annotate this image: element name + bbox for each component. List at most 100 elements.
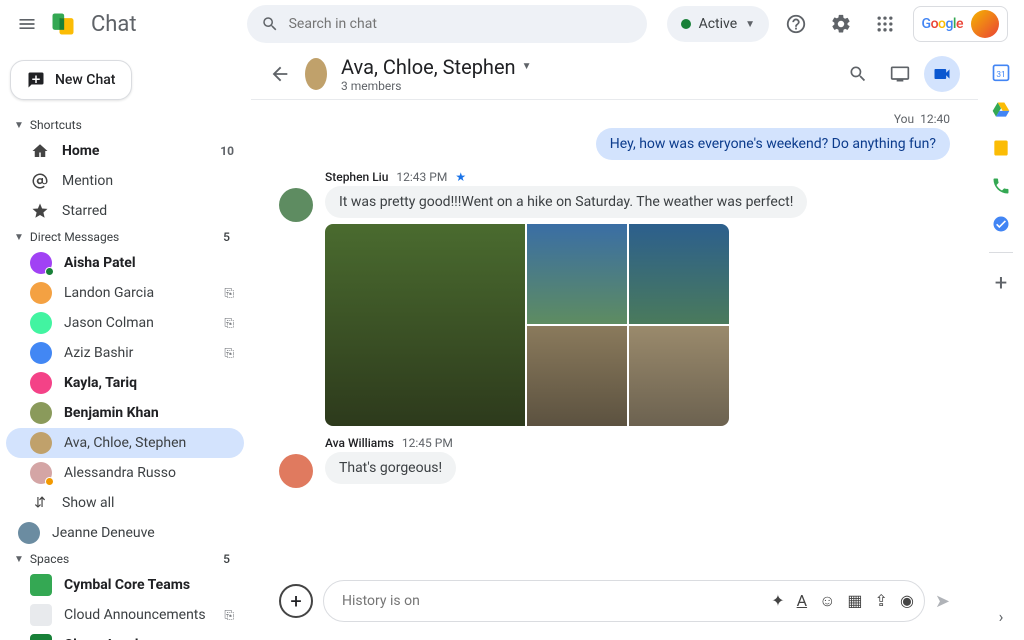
dm-landon[interactable]: Landon Garcia⎘: [6, 278, 244, 308]
back-button[interactable]: [269, 63, 291, 85]
avatar-icon: [30, 402, 52, 424]
msg-time: 12:45 PM: [402, 436, 453, 450]
avatar-icon: [30, 252, 52, 274]
composer: + ✦ A ☺ ▦ ⇪ ◉ ➤: [251, 572, 978, 640]
space-icon: [30, 574, 52, 596]
upload-icon[interactable]: ⇪: [875, 591, 888, 611]
dm-kayla-tariq[interactable]: Kayla, Tariq: [6, 368, 244, 398]
tasks-icon[interactable]: [991, 214, 1011, 234]
dm-benjamin[interactable]: Benjamin Khan: [6, 398, 244, 428]
caret-down-icon: ▼: [14, 120, 24, 131]
message-input-container[interactable]: ✦ A ☺ ▦ ⇪ ◉: [323, 580, 925, 622]
main-menu-button[interactable]: [16, 12, 39, 36]
chat-subtitle: 3 members: [341, 79, 532, 93]
message-input[interactable]: [342, 593, 763, 609]
collapse-panel-button[interactable]: ›: [999, 607, 1004, 626]
dm-ava-chloe-stephen[interactable]: Ava, Chloe, Stephen: [6, 428, 244, 458]
avatar-icon: [30, 342, 52, 364]
space-clover[interactable]: Clover Leads: [6, 630, 244, 640]
avatar-icon: [18, 522, 40, 544]
dm-alessandra[interactable]: Alessandra Russo: [6, 458, 244, 488]
attached-image[interactable]: [527, 326, 627, 426]
sender-you: You: [894, 112, 914, 126]
pin-icon: ⎘: [224, 286, 234, 301]
space-icon: [30, 634, 52, 640]
home-icon: [30, 141, 50, 161]
voice-icon[interactable]: [991, 176, 1011, 196]
section-spaces[interactable]: ▼ Spaces 5: [6, 548, 244, 570]
caret-down-icon: ▼: [14, 232, 24, 243]
chat-title[interactable]: Ava, Chloe, Stephen ▼: [341, 55, 532, 79]
new-chat-button[interactable]: New Chat: [10, 60, 132, 100]
chevron-down-icon: ▼: [522, 61, 532, 72]
pin-icon: ⎘: [224, 346, 234, 361]
status-selector[interactable]: Active ▼: [667, 6, 769, 42]
avatar-icon: [30, 462, 52, 484]
search-input-container[interactable]: [247, 5, 647, 43]
calendar-icon[interactable]: 31: [991, 62, 1011, 82]
attached-image[interactable]: [527, 224, 627, 324]
settings-button[interactable]: [824, 6, 858, 42]
pin-icon: ⎘: [224, 608, 234, 623]
message-bubble[interactable]: Hey, how was everyone's weekend? Do anyt…: [596, 128, 950, 160]
new-chat-label: New Chat: [55, 72, 115, 88]
avatar-icon: [30, 282, 52, 304]
sender-name: Ava Williams: [325, 436, 394, 450]
space-cloud[interactable]: Cloud Announcements⎘: [6, 600, 244, 630]
chat-search-button[interactable]: [840, 56, 876, 92]
caret-down-icon: ▼: [14, 554, 24, 565]
section-shortcuts[interactable]: ▼ Shortcuts: [6, 114, 244, 136]
dm-jeanne[interactable]: Jeanne Deneuve: [6, 518, 244, 548]
expand-icon: ⇵: [30, 493, 50, 513]
account-switcher[interactable]: Google: [913, 6, 1008, 42]
nav-home[interactable]: Home 10: [6, 136, 244, 166]
help-button[interactable]: [779, 6, 813, 42]
video-record-icon[interactable]: ◉: [900, 591, 914, 611]
attached-image[interactable]: [325, 224, 525, 426]
dms-show-all[interactable]: ⇵Show all: [6, 488, 244, 518]
side-panel: 31 + ›: [978, 48, 1024, 640]
section-dms[interactable]: ▼ Direct Messages 5: [6, 226, 244, 248]
chevron-down-icon: ▼: [745, 19, 755, 30]
status-dot-icon: [681, 19, 691, 29]
format-icon[interactable]: A: [797, 591, 807, 611]
nav-mention[interactable]: Mention: [6, 166, 244, 196]
drive-icon[interactable]: [991, 100, 1011, 120]
sender-avatar: [279, 454, 313, 488]
apps-button[interactable]: [868, 6, 902, 42]
emoji-icon[interactable]: ☺: [819, 591, 835, 611]
main-panel: Ava, Chloe, Stephen ▼ 3 members You 12:4…: [250, 48, 978, 640]
add-button[interactable]: +: [279, 584, 313, 618]
new-chat-icon: [27, 71, 45, 89]
google-logo: Google: [922, 16, 963, 32]
message-bubble[interactable]: It was pretty good!!!Went on a hike on S…: [325, 186, 807, 218]
avatar-icon: [30, 312, 52, 334]
dm-aziz[interactable]: Aziz Bashir⎘: [6, 338, 244, 368]
message-bubble[interactable]: That's gorgeous!: [325, 452, 456, 484]
attached-image[interactable]: [629, 224, 729, 324]
present-button[interactable]: [882, 56, 918, 92]
user-avatar: [971, 10, 999, 38]
sender-name: Stephen Liu: [325, 170, 388, 184]
dm-aisha[interactable]: Aisha Patel: [6, 248, 244, 278]
video-call-button[interactable]: [924, 56, 960, 92]
app-title: Chat: [91, 12, 137, 37]
add-addon-button[interactable]: +: [991, 271, 1011, 291]
search-input[interactable]: [289, 16, 633, 32]
sidebar: New Chat ▼ Shortcuts Home 10 Mention Sta…: [0, 48, 250, 640]
star-filled-icon[interactable]: ★: [455, 170, 466, 184]
gif-icon[interactable]: ▦: [847, 591, 862, 611]
image-gallery[interactable]: [325, 224, 729, 426]
dm-jason[interactable]: Jason Colman⎘: [6, 308, 244, 338]
chat-header: Ava, Chloe, Stephen ▼ 3 members: [251, 48, 978, 100]
space-cymbal[interactable]: Cymbal Core Teams: [6, 570, 244, 600]
message-thread[interactable]: You 12:40 Hey, how was everyone's weeken…: [251, 100, 978, 572]
attached-image[interactable]: [629, 326, 729, 426]
keep-icon[interactable]: [991, 138, 1011, 158]
ai-sparkle-icon[interactable]: ✦: [771, 591, 784, 611]
svg-text:31: 31: [996, 70, 1005, 80]
send-button[interactable]: ➤: [935, 591, 950, 612]
nav-starred[interactable]: Starred: [6, 196, 244, 226]
msg-time: 12:40: [920, 112, 950, 126]
status-label: Active: [699, 16, 738, 32]
